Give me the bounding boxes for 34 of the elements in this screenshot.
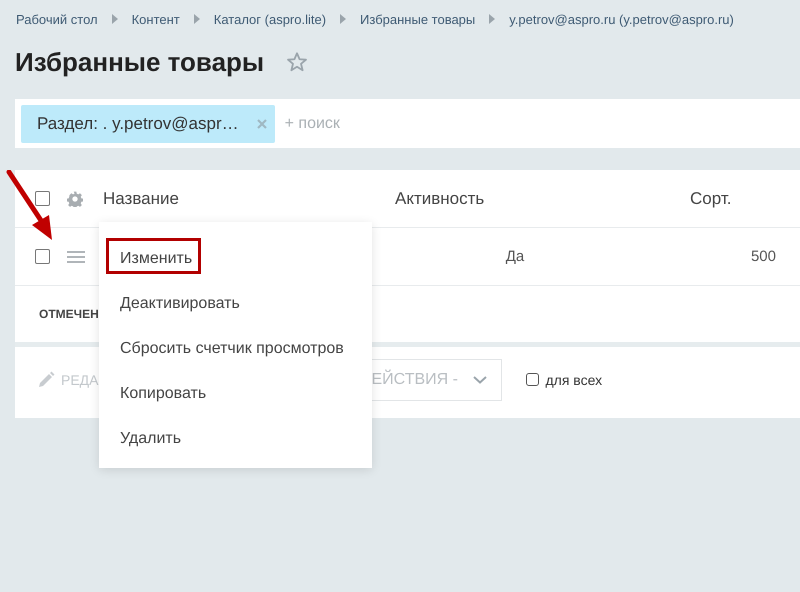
breadcrumb-link[interactable]: y.petrov@aspro.ru (y.petrov@aspro.ru)	[509, 12, 734, 26]
menu-item[interactable]: Копировать	[106, 373, 216, 409]
close-icon[interactable]	[256, 118, 267, 128]
chevron-down-icon	[472, 376, 486, 384]
column-header[interactable]: Активность	[395, 188, 690, 208]
selected-count-label: ОТМЕЧЕН	[39, 307, 99, 321]
column-header[interactable]: Сорт.	[690, 188, 776, 208]
pencil-icon[interactable]	[37, 370, 55, 388]
caret-icon	[194, 14, 200, 24]
menu-item[interactable]: Деактивировать	[106, 283, 249, 319]
tag-label: Раздел: . y.petrov@aspr…	[37, 114, 239, 134]
caret-icon	[340, 14, 346, 24]
menu-icon[interactable]	[67, 250, 85, 262]
breadcrumb-link[interactable]: Рабочий стол	[16, 12, 98, 26]
star-icon[interactable]	[286, 51, 308, 73]
caret-icon	[489, 14, 496, 24]
checkbox[interactable]	[35, 249, 50, 264]
menu-item[interactable]: Удалить	[106, 418, 190, 454]
table-cell-text: Да	[504, 248, 526, 265]
table-cell-text: 500	[750, 248, 776, 265]
page-title: Избранные товары	[15, 46, 264, 78]
breadcrumb-link[interactable]: Избранные товары	[360, 12, 476, 26]
checkbox[interactable]	[35, 191, 50, 206]
breadcrumb-link[interactable]: Каталог (aspro.lite)	[214, 12, 326, 26]
filter-tag[interactable]: Раздел: . y.petrov@aspr…	[21, 104, 275, 142]
menu-item[interactable]: Сбросить счетчик просмотров	[106, 328, 353, 364]
search-field[interactable]: + поиск	[282, 114, 587, 134]
checkbox[interactable]	[526, 373, 538, 386]
caret-icon	[112, 14, 118, 24]
column-header[interactable]: Название	[103, 188, 395, 208]
breadcrumb-link[interactable]: Контент	[132, 12, 180, 26]
settings-icon[interactable]	[67, 190, 83, 206]
menu-item[interactable]: Изменить	[106, 238, 202, 274]
checkbox-label: для всех	[546, 372, 602, 388]
